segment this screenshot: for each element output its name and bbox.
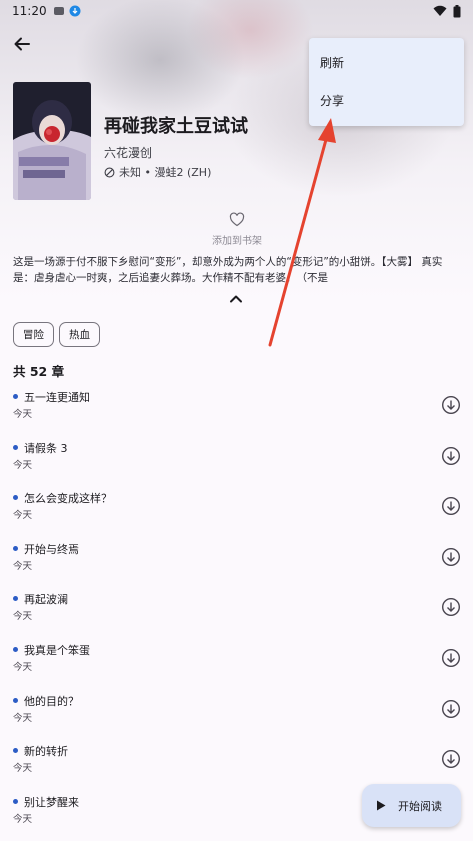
- chapter-title: 请假条 3: [24, 441, 68, 455]
- chapter-date: 今天: [13, 813, 33, 825]
- chapter-list: 五一连更通知 今天 请假条 3 今天 怎么会变成这样？ 今天 开始与终焉 今天 …: [0, 381, 473, 836]
- chapter-title: 五一连更通知: [24, 391, 90, 404]
- comic-meta: 未知 • 漫蛙2 (ZH): [104, 164, 248, 180]
- download-icon[interactable]: [441, 496, 461, 516]
- comic-info: 再碰我家土豆试试 六花漫创 未知 • 漫蛙2 (ZH): [104, 112, 248, 180]
- chapter-date: 今天: [13, 661, 33, 673]
- chapter-date: 今天: [13, 409, 33, 420]
- overflow-menu: 刷新 分享: [309, 38, 464, 126]
- favorite-label: 添加到书架: [212, 236, 262, 247]
- block-icon: [104, 167, 115, 177]
- download-icon[interactable]: [441, 446, 461, 466]
- menu-item-share[interactable]: 分享: [309, 81, 464, 119]
- chapter-date: 今天: [13, 611, 33, 623]
- chapter-date: 今天: [13, 560, 33, 572]
- chapter-date: 今天: [13, 510, 33, 522]
- unread-dot: [13, 394, 18, 399]
- chapter-title: 我真是个笨蛋: [24, 643, 90, 657]
- arrow-left-icon: [14, 37, 30, 51]
- chapter-date: 今天: [13, 712, 33, 724]
- heart-outline-icon: [229, 212, 245, 227]
- chapter-date: 今天: [13, 763, 33, 775]
- chapter-item[interactable]: 开始与终焉 今天: [0, 533, 473, 584]
- unread-dot: [13, 646, 18, 652]
- start-reading-label: 开始阅读: [398, 799, 442, 813]
- unread-dot: [13, 748, 18, 754]
- tag-list: 冒险 热血: [13, 322, 100, 347]
- chapter-item[interactable]: 五一连更通知 今天: [0, 381, 473, 432]
- chapter-item[interactable]: 我真是个笨蛋 今天: [0, 634, 473, 685]
- chevron-up-icon: [230, 295, 242, 303]
- unread-dot: [13, 697, 18, 703]
- download-icon[interactable]: [441, 749, 461, 769]
- unread-dot: [13, 495, 18, 501]
- download-icon[interactable]: [441, 547, 461, 567]
- unread-dot: [13, 545, 18, 551]
- comic-meta-text: 未知 • 漫蛙2 (ZH): [119, 166, 212, 179]
- download-badge-icon: [69, 5, 81, 17]
- download-icon[interactable]: [441, 597, 461, 617]
- unread-dot: [13, 596, 18, 602]
- chapter-item[interactable]: 请假条 3 今天: [0, 432, 473, 483]
- download-icon[interactable]: [441, 648, 461, 668]
- chapter-item[interactable]: 他的目的？ 今天: [0, 685, 473, 736]
- comic-cover[interactable]: [13, 82, 91, 200]
- play-icon: [377, 800, 386, 811]
- start-reading-button[interactable]: 开始阅读: [362, 784, 461, 827]
- chapter-item[interactable]: 怎么会变成这样？ 今天: [0, 482, 473, 533]
- unread-dot: [13, 798, 18, 804]
- expand-description-button[interactable]: [228, 290, 244, 309]
- tag-chip[interactable]: 冒险: [13, 322, 54, 347]
- battery-icon: [453, 4, 461, 17]
- notification-app-icon: [53, 7, 64, 15]
- chapter-item[interactable]: 新的转折 今天: [0, 735, 473, 786]
- chapter-title: 他的目的？: [24, 694, 79, 708]
- chapter-count: 共 52 章: [13, 364, 65, 379]
- status-right: [433, 4, 461, 18]
- download-icon[interactable]: [441, 699, 461, 719]
- chapter-date: 今天: [13, 459, 33, 471]
- wifi-icon: [433, 5, 447, 16]
- back-button[interactable]: [8, 30, 36, 58]
- chapter-title: 别让梦醒来: [24, 795, 79, 809]
- cover-art: [13, 82, 91, 200]
- status-time: 11:20: [12, 4, 47, 18]
- chapter-item[interactable]: 再起波澜 今天: [0, 583, 473, 634]
- menu-item-refresh[interactable]: 刷新: [309, 43, 464, 81]
- favorite-button[interactable]: 添加到书架: [196, 212, 278, 247]
- comic-description: 这是一场源于付不服下乡慰问“变形”，却意外成为两个人的“变形记”的小甜饼。【大雾…: [13, 256, 443, 284]
- status-bar: 11:20: [0, 0, 473, 22]
- chapter-title: 怎么会变成这样？: [24, 492, 112, 506]
- comic-author: 六花漫创: [104, 146, 153, 160]
- unread-dot: [13, 444, 18, 450]
- chapter-title: 新的转折: [24, 745, 68, 759]
- chapter-title: 开始与终焉: [24, 542, 79, 556]
- tag-chip[interactable]: 热血: [59, 322, 100, 347]
- download-icon[interactable]: [441, 395, 461, 415]
- comic-title: 再碰我家土豆试试: [104, 116, 248, 137]
- chapter-title: 再起波澜: [24, 593, 68, 607]
